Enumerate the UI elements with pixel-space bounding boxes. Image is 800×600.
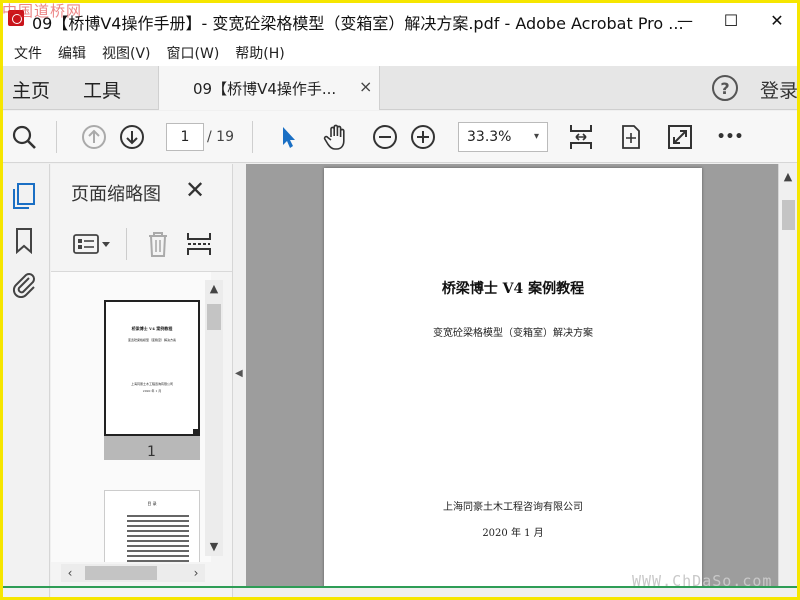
scrollbar-grip[interactable] (782, 200, 795, 230)
zoom-select[interactable]: 33.3% ▾ (458, 122, 548, 152)
toc-line (127, 535, 189, 537)
document-tab-label: 09【桥博V4操作手... (193, 80, 337, 98)
chevron-down-icon: ▾ (533, 131, 539, 142)
menu-edit[interactable]: 编辑 (50, 43, 94, 63)
pdf-page: 桥梁博士 V4 案例教程 变宽砼梁格模型（变箱室）解决方案 上海同豪土木工程咨询… (324, 168, 702, 588)
close-window-button[interactable]: ✕ (754, 0, 800, 40)
menu-window[interactable]: 窗口(W) (159, 43, 228, 63)
scroll-down-icon[interactable]: ▼ (205, 538, 223, 556)
thumbnail-company-text: 上海同豪土木工程咨询有限公司 (130, 382, 173, 386)
window-controls: — ☐ ✕ (662, 0, 800, 40)
panel-title: 页面缩略图 (71, 184, 161, 205)
thumbnail-page-1[interactable]: 桥梁博士 V4 案例教程 变宽砼梁格模型（变箱室）解决方案 上海同豪土木工程咨询… (104, 300, 200, 436)
document-date: 2020 年 1 月 (482, 528, 544, 539)
hand-tool-icon[interactable] (322, 123, 350, 151)
search-icon[interactable] (10, 123, 38, 151)
site-watermark: WWW.ChDaSo.com (632, 572, 773, 590)
login-button[interactable]: 登录 (760, 76, 798, 103)
document-title: 桥梁博士 V4 案例教程 (441, 281, 585, 297)
document-view[interactable]: 桥梁博士 V4 案例教程 变宽砼梁格模型（变箱室）解决方案 上海同豪土木工程咨询… (246, 164, 778, 588)
thumbnail-resize-handle[interactable] (193, 429, 198, 434)
left-rail (0, 164, 50, 600)
fullscreen-icon[interactable] (666, 123, 694, 151)
select-arrow-icon[interactable] (274, 123, 302, 151)
bookmark-icon[interactable] (10, 226, 38, 255)
toolbar: 1 / 19 33.3% ▾ ••• (0, 111, 800, 163)
menu-help[interactable]: 帮助(H) (227, 43, 292, 63)
tab-document[interactable]: 09【桥博V4操作手... × (158, 66, 380, 110)
insert-page-icon[interactable] (185, 230, 213, 262)
toc-line (127, 520, 189, 522)
thumbnail-list: 桥梁博士 V4 案例教程 变宽砼梁格模型（变箱室）解决方案 上海同豪土木工程咨询… (51, 272, 211, 562)
page-total: / 19 (207, 129, 234, 145)
zoom-in-icon[interactable] (409, 123, 437, 151)
thumbnail-page-number: 1 (147, 444, 156, 460)
scroll-left-icon[interactable]: ‹ (61, 564, 79, 582)
panel-collapse-handle[interactable]: ◀ (232, 164, 246, 600)
document-vertical-scrollbar[interactable]: ▲ (778, 164, 797, 588)
scrollbar-grip[interactable] (85, 566, 157, 580)
thumbnail-date-text: 2020 年 1 月 (142, 389, 162, 393)
menu-view[interactable]: 视图(V) (94, 43, 159, 63)
document-subtitle: 变宽砼梁格模型（变箱室）解决方案 (433, 328, 593, 339)
thumbnail-page-2[interactable]: 目 录 (104, 490, 200, 562)
thumbnails-panel: 页面缩略图 ✕ 桥梁博士 V4 案例教程 变宽砼梁格模型（变箱室）解决方案 上海… (51, 164, 232, 600)
toc-line (127, 525, 189, 527)
panel-separator (126, 228, 127, 260)
panel-toolbar (51, 220, 232, 272)
toc-line (127, 555, 189, 557)
scroll-up-icon[interactable]: ▲ (779, 168, 797, 186)
page-number-input[interactable]: 1 (166, 123, 204, 151)
thumbnail-toc-heading: 目 录 (147, 501, 157, 506)
menu-bar: 文件 编辑 视图(V) 窗口(W) 帮助(H) (0, 40, 800, 66)
scroll-up-icon[interactable]: ▲ (205, 280, 223, 298)
toc-line (127, 530, 189, 532)
top-nav: 主页 工具 09【桥博V4操作手... × ? 登录 (0, 66, 800, 110)
toc-line (127, 540, 189, 542)
toolbar-separator (56, 121, 57, 153)
thumbnail-vertical-scrollbar[interactable]: ▲ ▼ (205, 280, 223, 556)
window-title: 09【桥博V4操作手册】- 变宽砼梁格模型（变箱室）解决方案.pdf - Ado… (32, 14, 684, 33)
rotate-icon[interactable] (617, 123, 645, 151)
maximize-button[interactable]: ☐ (708, 0, 754, 40)
zoom-out-icon[interactable] (371, 123, 399, 151)
more-icon[interactable]: ••• (714, 123, 746, 151)
toc-line (127, 515, 189, 517)
thumbnail-title-text: 桥梁博士 V4 案例教程 (131, 326, 173, 331)
menu-file[interactable]: 文件 (6, 43, 50, 63)
page-thumbnails-icon[interactable] (10, 182, 38, 210)
toolbar-separator (252, 121, 253, 153)
toc-line (127, 545, 189, 547)
thumbnail-horizontal-scrollbar[interactable]: ‹ › (61, 564, 205, 582)
zoom-value: 33.3% (467, 129, 512, 145)
fit-page-icon[interactable] (567, 123, 595, 151)
close-icon[interactable]: ✕ (185, 176, 205, 204)
page-down-icon[interactable] (118, 123, 146, 151)
trash-icon[interactable] (145, 230, 171, 262)
page-up-icon[interactable] (80, 123, 108, 151)
tab-tools[interactable]: 工具 (83, 76, 121, 103)
scrollbar-grip[interactable] (207, 304, 221, 330)
document-company: 上海同豪土木工程咨询有限公司 (443, 502, 583, 513)
help-icon[interactable]: ? (712, 75, 738, 101)
chevron-left-icon[interactable]: ◀ (235, 368, 243, 379)
close-tab-icon[interactable]: × (359, 77, 372, 96)
scroll-right-icon[interactable]: › (187, 564, 205, 582)
minimize-button[interactable]: — (662, 0, 708, 40)
tab-home[interactable]: 主页 (12, 76, 50, 103)
thumbnail-subtitle-text: 变宽砼梁格模型（变箱室）解决方案 (127, 338, 176, 342)
title-bar: 中国道桥网 09【桥博V4操作手册】- 变宽砼梁格模型（变箱室）解决方案.pdf… (0, 0, 800, 40)
toc-line (127, 550, 189, 552)
thumbnail-options-icon[interactable] (73, 232, 111, 262)
toc-line (127, 560, 189, 562)
attachment-icon[interactable] (10, 270, 38, 299)
